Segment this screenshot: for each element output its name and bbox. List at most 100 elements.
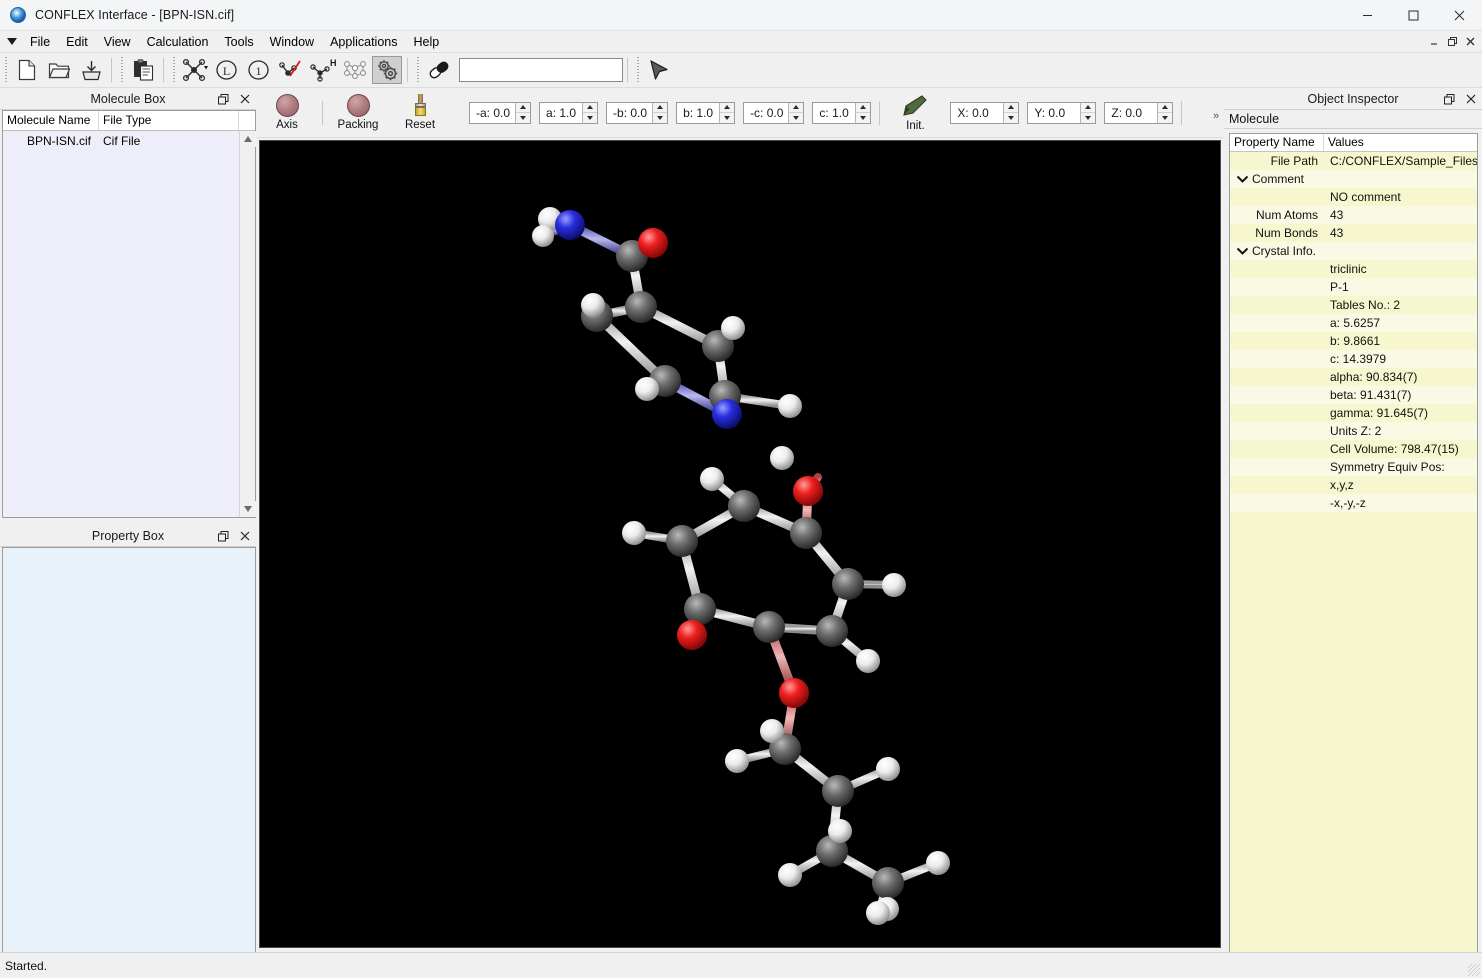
capsule-icon[interactable] xyxy=(424,56,454,84)
menu-item-edit[interactable]: Edit xyxy=(58,32,96,52)
table-row[interactable]: beta: 91.431(7) xyxy=(1230,386,1477,404)
cursor-arrow-icon[interactable] xyxy=(644,56,674,84)
scroll-up-icon[interactable] xyxy=(240,131,256,147)
search-input[interactable] xyxy=(459,58,623,82)
menu-item-calculation[interactable]: Calculation xyxy=(139,32,217,52)
menu-item-applications[interactable]: Applications xyxy=(322,32,405,52)
toolbar-grip[interactable] xyxy=(634,57,641,83)
table-row[interactable]: gamma: 91.645(7) xyxy=(1230,404,1477,422)
table-row[interactable]: P-1 xyxy=(1230,278,1477,296)
table-row[interactable]: Num Bonds43 xyxy=(1230,224,1477,242)
menu-item-window[interactable]: Window xyxy=(262,32,322,52)
table-row[interactable]: File PathC:/CONFLEX/Sample_Files/... xyxy=(1230,152,1477,170)
axis-button[interactable]: Axis xyxy=(259,90,315,136)
neg-c-spinner-value: -c: 0.0 xyxy=(744,103,788,123)
new-document-icon[interactable] xyxy=(12,56,42,84)
init-button[interactable]: Init. xyxy=(887,90,943,136)
toolbar-grip[interactable] xyxy=(118,57,125,83)
table-row[interactable]: Cell Volume: 798.47(15) xyxy=(1230,440,1477,458)
table-row[interactable]: triclinic xyxy=(1230,260,1477,278)
table-row[interactable]: NO comment xyxy=(1230,188,1477,206)
spinner-arrows[interactable] xyxy=(515,103,530,123)
column-property-name[interactable]: Property Name xyxy=(1230,134,1324,151)
resize-grip-icon[interactable] xyxy=(1468,964,1480,976)
gears-icon[interactable] xyxy=(372,56,402,84)
table-row[interactable]: x,y,z xyxy=(1230,476,1477,494)
column-values[interactable]: Values xyxy=(1324,134,1477,151)
mdi-close-button[interactable] xyxy=(1462,33,1479,50)
chevron-down-icon[interactable] xyxy=(1237,244,1248,258)
window-minimize-button[interactable] xyxy=(1344,0,1390,31)
toolbar-grip[interactable] xyxy=(2,57,9,83)
toolbar-grip[interactable] xyxy=(414,57,421,83)
open-folder-icon[interactable] xyxy=(44,56,74,84)
pos-b-spinner[interactable]: b: 1.0 xyxy=(676,102,735,124)
packing-button[interactable]: Packing xyxy=(330,90,386,136)
neg-b-spinner[interactable]: -b: 0.0 xyxy=(606,102,668,124)
table-row[interactable]: Units Z: 2 xyxy=(1230,422,1477,440)
table-row[interactable]: Num Atoms43 xyxy=(1230,206,1477,224)
menu-item-help[interactable]: Help xyxy=(405,32,447,52)
chevron-down-icon[interactable] xyxy=(1237,172,1248,186)
table-row[interactable]: c: 14.3979 xyxy=(1230,350,1477,368)
spinner-arrows[interactable] xyxy=(652,103,667,123)
z-rotation-spinner[interactable]: Z: 0.0 xyxy=(1104,102,1173,124)
scroll-down-icon[interactable] xyxy=(240,501,256,517)
table-row[interactable]: Symmetry Equiv Pos: xyxy=(1230,458,1477,476)
neg-a-spinner[interactable]: -a: 0.0 xyxy=(469,102,531,124)
column-molecule-name[interactable]: Molecule Name xyxy=(3,111,99,130)
reset-button[interactable]: Reset xyxy=(392,90,448,136)
menu-item-file[interactable]: File xyxy=(22,32,58,52)
property-box-float-icon[interactable] xyxy=(216,529,230,543)
chevron-down-icon[interactable] xyxy=(0,38,22,45)
table-row[interactable]: Crystal Info. xyxy=(1230,242,1477,260)
save-disk-icon[interactable] xyxy=(76,56,106,84)
table-row[interactable]: Comment xyxy=(1230,170,1477,188)
circle-l-icon[interactable]: L xyxy=(212,56,242,84)
mdi-window-controls xyxy=(1426,33,1482,50)
wireframe-molecule-icon[interactable] xyxy=(340,56,370,84)
menu-item-tools[interactable]: Tools xyxy=(216,32,261,52)
property-box-content[interactable] xyxy=(2,547,256,978)
spinner-arrows[interactable] xyxy=(1003,103,1018,123)
window-maximize-button[interactable] xyxy=(1390,0,1436,31)
table-row[interactable]: BPN-ISN.cif Cif File xyxy=(3,131,255,151)
x-rotation-spinner[interactable]: X: 0.0 xyxy=(950,102,1019,124)
table-row[interactable]: alpha: 90.834(7) xyxy=(1230,368,1477,386)
y-rotation-spinner[interactable]: Y: 0.0 xyxy=(1027,102,1096,124)
neg-c-spinner[interactable]: -c: 0.0 xyxy=(743,102,804,124)
circle-1-icon[interactable]: 1 xyxy=(244,56,274,84)
table-row[interactable]: a: 5.6257 xyxy=(1230,314,1477,332)
property-box-close-icon[interactable] xyxy=(238,529,252,543)
clipboard-paste-icon[interactable] xyxy=(128,56,158,84)
expand-chevrons-icon[interactable]: » xyxy=(1213,110,1219,122)
object-inspector-close-icon[interactable] xyxy=(1464,92,1478,106)
molecule-box-float-icon[interactable] xyxy=(216,92,230,106)
bond-measure-icon[interactable] xyxy=(276,56,306,84)
spinner-arrows[interactable] xyxy=(1157,103,1172,123)
column-file-type[interactable]: File Type xyxy=(99,111,239,130)
molecule-box-close-icon[interactable] xyxy=(238,92,252,106)
spinner-arrows[interactable] xyxy=(719,103,734,123)
sphere-icon xyxy=(276,94,299,117)
pos-a-spinner[interactable]: a: 1.0 xyxy=(539,102,598,124)
toolbar-grip[interactable] xyxy=(170,57,177,83)
ball-and-stick-icon[interactable] xyxy=(180,56,210,84)
window-close-button[interactable] xyxy=(1436,0,1482,31)
spinner-arrows[interactable] xyxy=(1080,103,1095,123)
table-row[interactable]: -x,-y,-z xyxy=(1230,494,1477,512)
spinner-arrows[interactable] xyxy=(788,103,803,123)
spinner-arrows[interactable] xyxy=(582,103,597,123)
mdi-minimize-button[interactable] xyxy=(1426,33,1443,50)
molecule-list-scrollbar[interactable] xyxy=(239,131,255,517)
mdi-restore-button[interactable] xyxy=(1444,33,1461,50)
add-hydrogen-icon[interactable]: H xyxy=(308,56,338,84)
table-row[interactable]: b: 9.8661 xyxy=(1230,332,1477,350)
table-row[interactable]: Tables No.: 2 xyxy=(1230,296,1477,314)
property-group-name: Crystal Info. xyxy=(1230,244,1324,258)
molecule-3d-viewport[interactable] xyxy=(259,140,1221,948)
pos-c-spinner[interactable]: c: 1.0 xyxy=(812,102,871,124)
spinner-arrows[interactable] xyxy=(855,103,870,123)
object-inspector-float-icon[interactable] xyxy=(1442,92,1456,106)
menu-item-view[interactable]: View xyxy=(96,32,139,52)
